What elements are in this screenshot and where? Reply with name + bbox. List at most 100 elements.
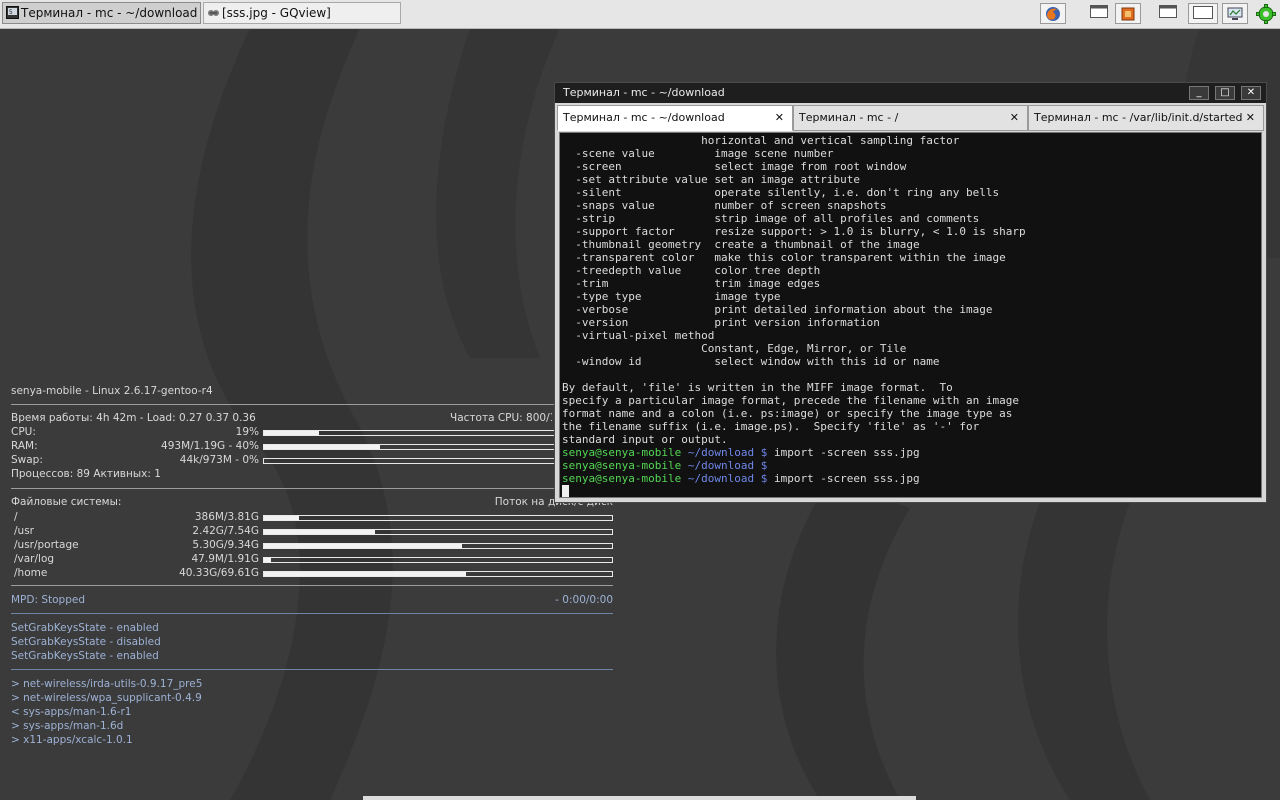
terminal-line: -snaps value number of screen snapshots <box>562 199 887 212</box>
terminal-line: -thumbnail geometry create a thumbnail o… <box>562 238 920 251</box>
terminal-line: -screen select image from root window <box>562 160 907 173</box>
mpd-status: MPD: Stopped <box>11 594 86 606</box>
fs-mount: /var/log <box>14 553 55 565</box>
divider <box>11 585 613 586</box>
terminal-line: -verbose print detailed information abou… <box>562 303 993 316</box>
terminal-line: -treedepth value color tree depth <box>562 264 821 277</box>
text-cursor <box>562 485 569 497</box>
window-icon <box>1159 5 1177 18</box>
fs-usage-bar <box>263 543 613 549</box>
terminal-line: -set attribute value set an image attrib… <box>562 173 861 186</box>
prompt-command: import -screen sss.jpg <box>767 446 920 459</box>
app-icon <box>1121 7 1135 21</box>
minimize-button[interactable]: _ <box>1189 86 1209 100</box>
tab-init-started[interactable]: Терминал - mc - /var/lib/init.d/started … <box>1028 105 1264 131</box>
terminal-line: -support factor resize support: > 1.0 is… <box>562 225 1026 238</box>
tab-download[interactable]: Терминал - mc - ~/download ✕ <box>557 105 793 131</box>
svg-text:5: 5 <box>9 9 13 16</box>
settings-button[interactable] <box>1256 4 1276 24</box>
prompt-path: ~/download <box>687 472 755 485</box>
prompt-command: import -screen sss.jpg <box>767 472 920 485</box>
terminal-line: the filename suffix (i.e. image.ps). Spe… <box>562 420 980 433</box>
tab-label: Терминал - mc - ~/download <box>563 111 725 124</box>
tab-close-icon[interactable]: ✕ <box>775 106 784 130</box>
fs-usage: 386M/3.81G <box>194 511 259 523</box>
swap-label: Swap: <box>11 454 43 466</box>
terminal-line: standard input or output. <box>562 433 728 446</box>
process-count: Процессов: 89 Активных: 1 <box>11 468 161 480</box>
settings-gear-icon <box>1256 4 1276 24</box>
cpu-value: 19% <box>235 426 259 438</box>
prompt-user: senya@senya-mobile <box>562 472 682 485</box>
cpu-bar <box>263 430 555 436</box>
terminal-screen[interactable]: horizontal and vertical sampling factor … <box>559 132 1262 498</box>
fs-usage: 47.9M/1.91G <box>191 553 260 565</box>
window-thumb-1[interactable] <box>1086 3 1112 24</box>
cpu-label: CPU: <box>11 426 36 438</box>
fs-mount: / <box>14 511 18 523</box>
terminal-line: -version print version information <box>562 316 880 329</box>
terminal-line: -window id select window with this id or… <box>562 355 940 368</box>
window-titlebar[interactable]: Терминал - mc - ~/download _ □ ✕ <box>555 83 1266 103</box>
terminal-line: -type type image type <box>562 290 781 303</box>
ram-value: 493M/1.19G - 40% <box>161 440 259 452</box>
window-thumb-2[interactable] <box>1155 3 1181 24</box>
task-button-terminal[interactable]: 5 Терминал - mc - ~/download <box>2 2 201 24</box>
divider <box>11 488 613 489</box>
terminal-line: -strip strip image of all profiles and c… <box>562 212 980 225</box>
maximize-button[interactable]: □ <box>1215 86 1235 100</box>
terminal-line: -scene value image scene number <box>562 147 834 160</box>
tab-bar: Терминал - mc - ~/download ✕ Терминал - … <box>557 105 1264 131</box>
bottom-panel-edge <box>363 796 916 800</box>
cursor-line <box>562 485 1026 497</box>
terminal-line: Constant, Edge, Mirror, or Tile <box>562 342 907 355</box>
fs-mount: /usr/portage <box>14 539 79 551</box>
cpu-frequency: Частота CPU: 800/16 <box>450 412 552 424</box>
terminal-window[interactable]: Терминал - mc - ~/download _ □ ✕ Термина… <box>554 82 1267 503</box>
fs-usage: 5.30G/9.34G <box>192 539 259 551</box>
fs-usage-bar <box>263 557 613 563</box>
prompt-path: ~/download <box>687 446 755 459</box>
fs-usage-bar <box>263 515 613 521</box>
fs-usage-bar <box>263 571 613 577</box>
terminal-line: -virtual-pixel method <box>562 329 715 342</box>
prompt-line: senya@senya-mobile ~/download $ <box>562 459 1026 472</box>
grab-state: SetGrabKeysState - disabled <box>11 636 161 648</box>
host-info: senya-mobile - Linux 2.6.17-gentoo-r4 <box>11 385 213 397</box>
task-label: [sss.jpg - GQview] <box>222 6 331 20</box>
grab-state: SetGrabKeysState - enabled <box>11 650 159 662</box>
tab-root[interactable]: Терминал - mc - / ✕ <box>793 105 1028 131</box>
tab-label: Терминал - mc - / <box>799 111 899 124</box>
tab-label: Терминал - mc - /var/lib/init.d/started <box>1034 111 1243 124</box>
emerge-log-entry: < sys-apps/man-1.6-r1 <box>11 706 132 718</box>
window-thumb-3[interactable] <box>1188 3 1218 24</box>
taskbar: 5 Терминал - mc - ~/download [sss.jpg - … <box>0 0 1280 29</box>
network-monitor[interactable] <box>1222 3 1248 24</box>
tab-close-icon[interactable]: ✕ <box>1246 106 1255 130</box>
terminal-line: -silent operate silently, i.e. don't rin… <box>562 186 1000 199</box>
firefox-launcher[interactable] <box>1040 3 1066 24</box>
close-button[interactable]: ✕ <box>1241 86 1261 100</box>
uptime-load: Время работы: 4h 42m - Load: 0.27 0.37 0… <box>11 412 256 424</box>
fs-usage-bar <box>263 529 613 535</box>
ram-label: RAM: <box>11 440 38 452</box>
firefox-icon <box>1046 7 1060 21</box>
terminal-icon: 5 <box>6 6 19 19</box>
terminal-line: format name and a colon (i.e. ps:image) … <box>562 407 1013 420</box>
window-title: Терминал - mc - ~/download <box>563 86 725 99</box>
fs-mount: /home <box>14 567 48 579</box>
prompt-line: senya@senya-mobile ~/download $ import -… <box>562 472 1026 485</box>
fs-usage: 2.42G/7.54G <box>192 525 259 537</box>
window-icon <box>1090 5 1108 18</box>
task-button-gqview[interactable]: [sss.jpg - GQview] <box>203 2 401 24</box>
window-icon <box>1193 6 1213 19</box>
emerge-log-entry: > net-wireless/irda-utils-0.9.17_pre5 <box>11 678 203 690</box>
tab-close-icon[interactable]: ✕ <box>1010 106 1019 130</box>
terminal-line: horizontal and vertical sampling factor <box>562 134 960 147</box>
gqview-icon <box>208 10 219 16</box>
network-icon <box>1227 7 1243 20</box>
terminal-line: -trim trim image edges <box>562 277 821 290</box>
task-label: Терминал - mc - ~/download <box>21 6 198 20</box>
swap-value: 44k/973M - 0% <box>179 454 259 466</box>
app-launcher[interactable] <box>1115 3 1141 24</box>
